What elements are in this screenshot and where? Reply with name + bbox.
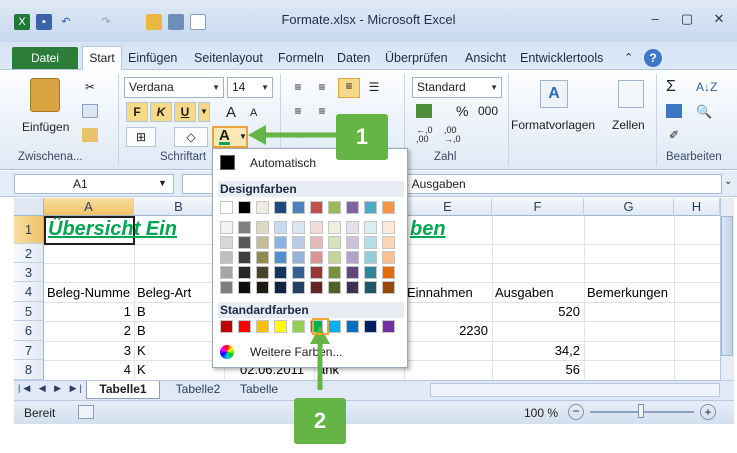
callout-1: 1 — [336, 114, 388, 160]
arrow-1 — [248, 125, 338, 145]
callout-arrows — [248, 125, 338, 390]
callout-2: 2 — [294, 398, 346, 444]
arrow-2 — [310, 326, 330, 390]
